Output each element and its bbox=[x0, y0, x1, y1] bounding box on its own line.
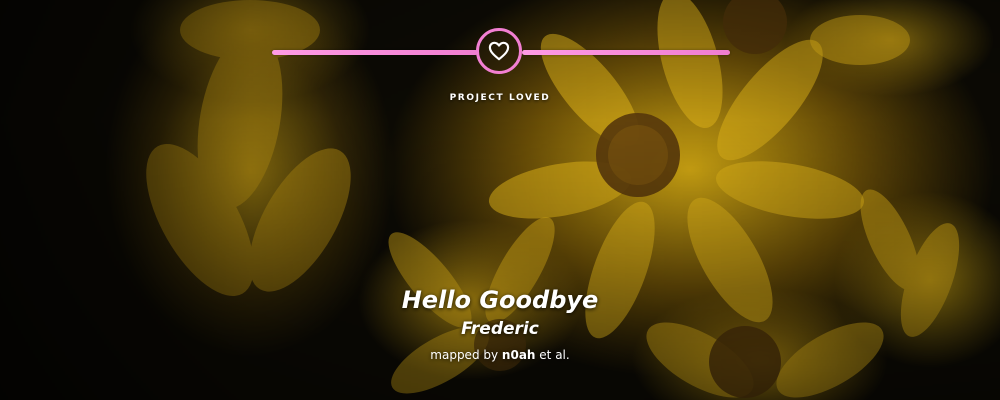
beatmap-card: PROJECT LOVED Hello Goodbye Frederic map… bbox=[0, 0, 1000, 400]
heart-icon bbox=[488, 41, 510, 61]
mapper-suffix: et al. bbox=[539, 348, 570, 362]
mapper-name: n0ah bbox=[501, 348, 536, 362]
beatmap-artist: Frederic bbox=[461, 319, 539, 339]
loved-divider-left bbox=[272, 50, 478, 55]
status-label: PROJECT LOVED bbox=[449, 93, 551, 103]
loved-badge bbox=[476, 28, 522, 74]
loved-divider-right bbox=[522, 50, 730, 55]
mapped-by-label: mapped by bbox=[430, 348, 499, 362]
beatmap-title: Hello Goodbye bbox=[401, 286, 599, 314]
mapper-line: mapped by n0ah et al. bbox=[0, 348, 1000, 362]
